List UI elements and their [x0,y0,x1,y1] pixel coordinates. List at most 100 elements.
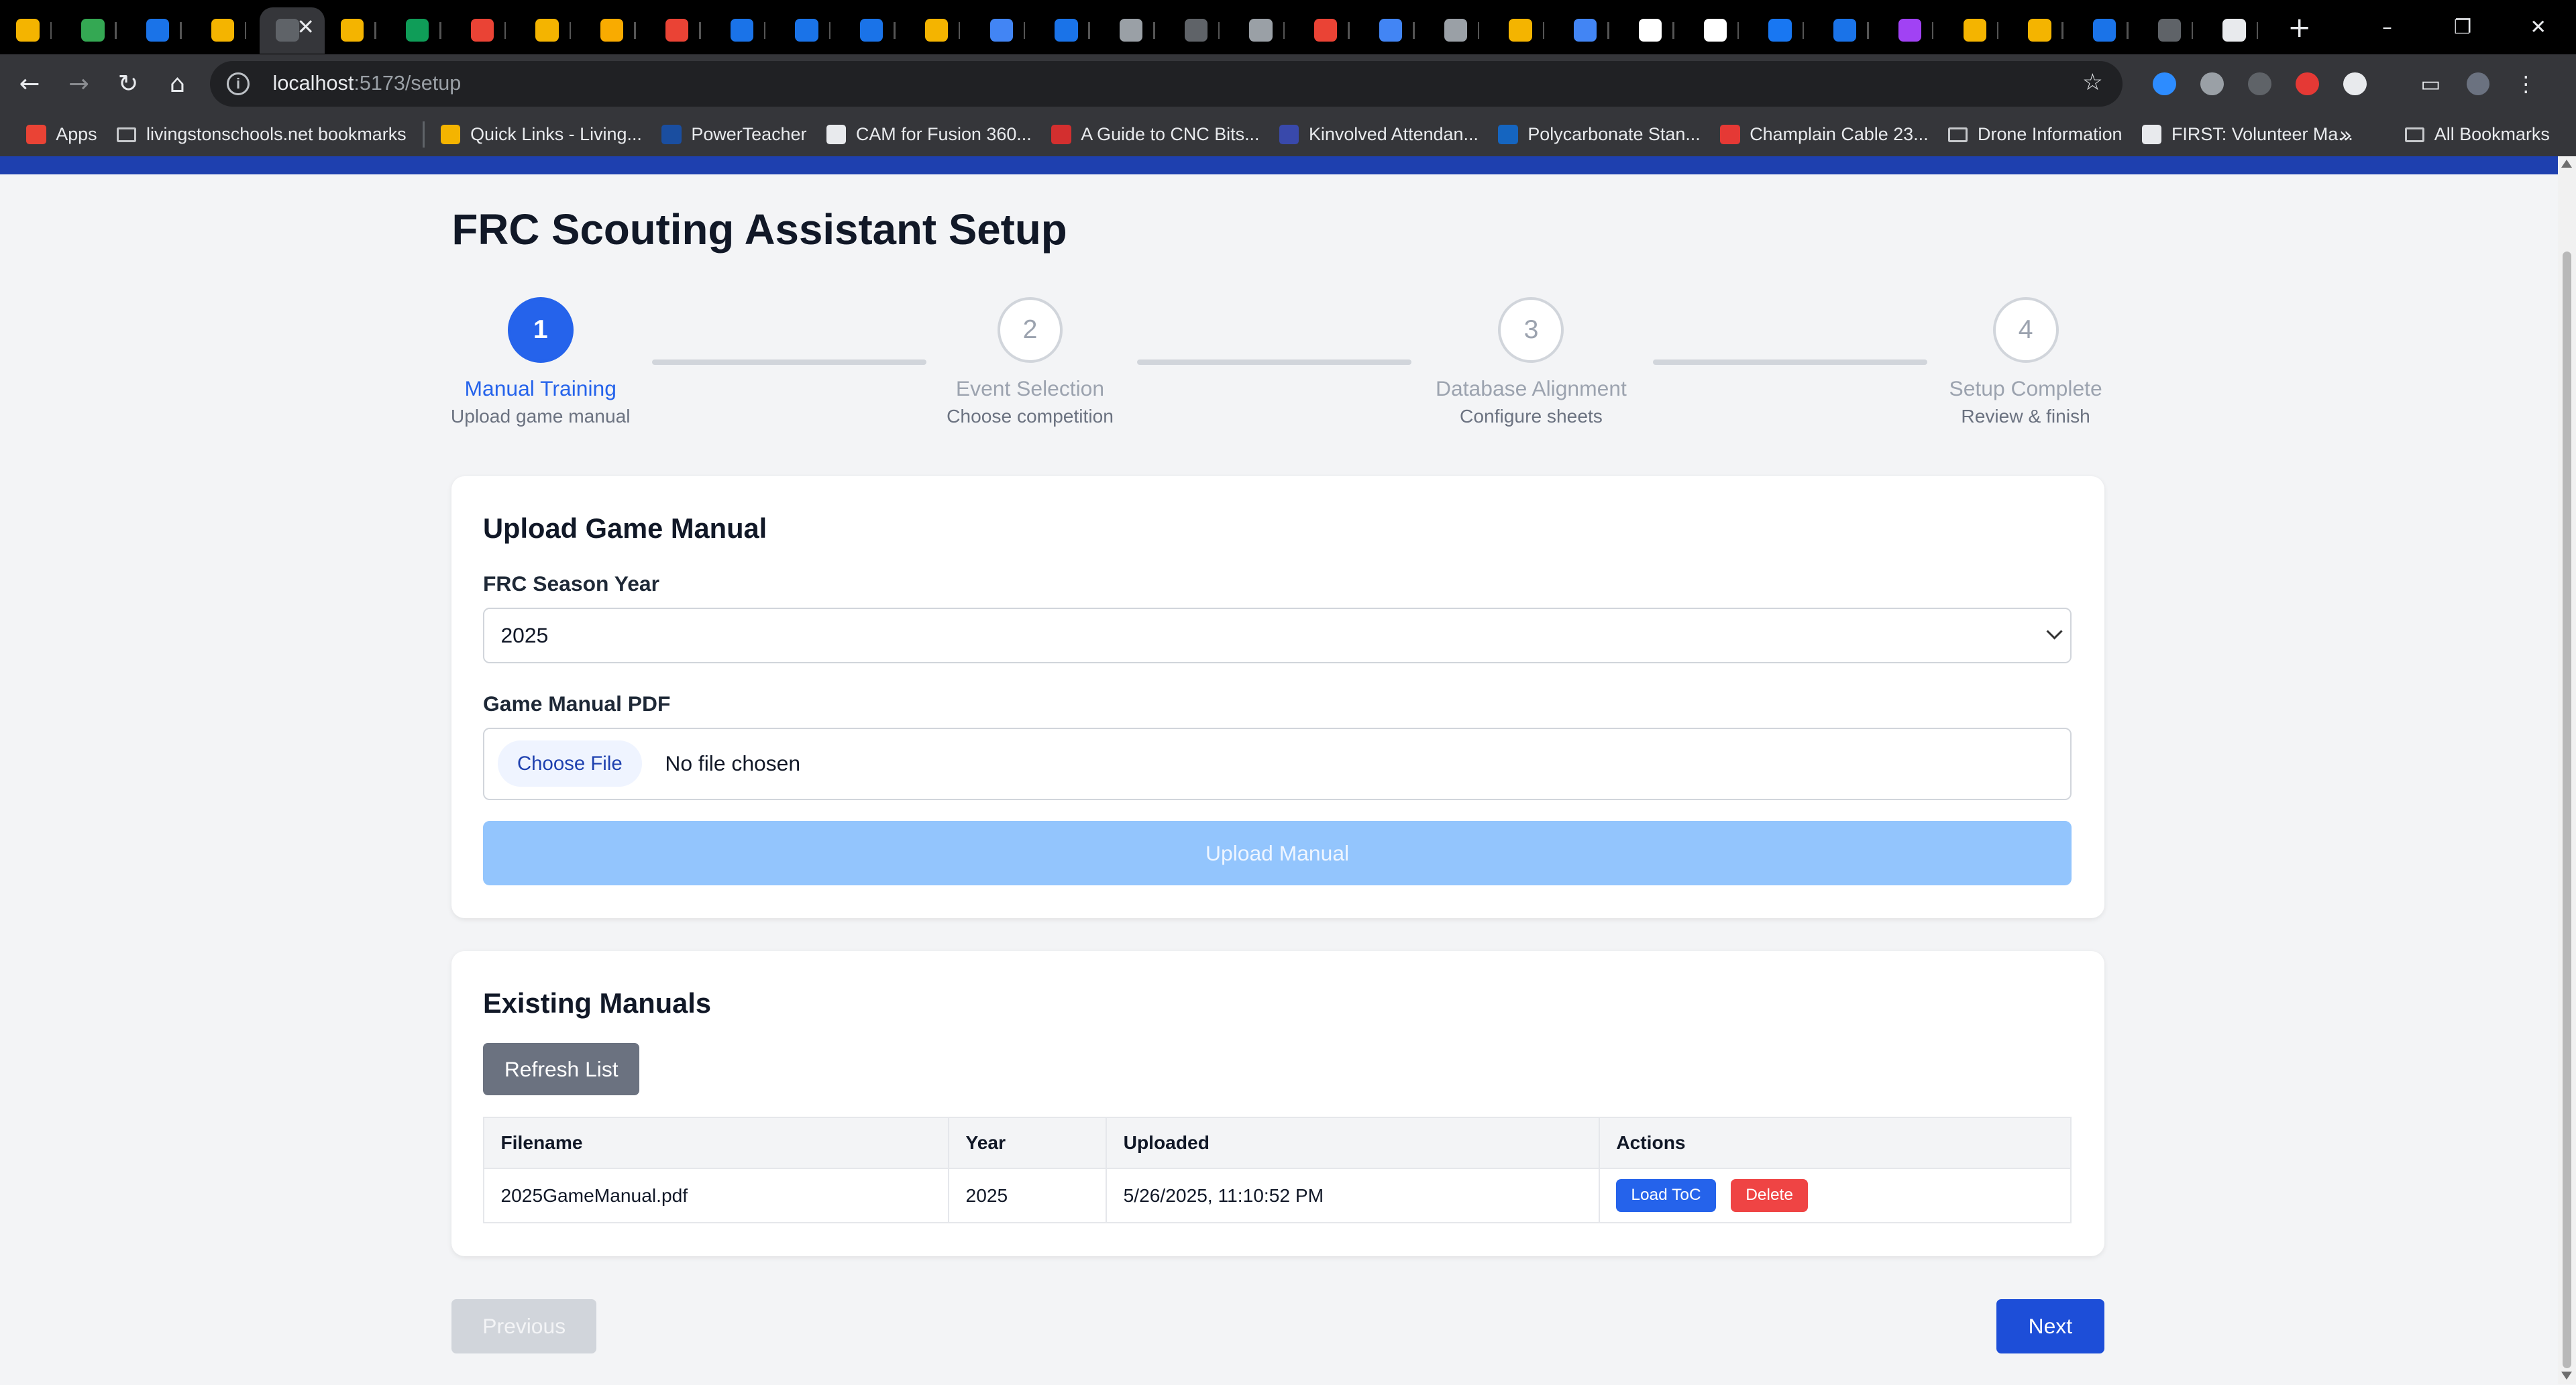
tab-favicon-icon [2222,19,2246,42]
bookmark-list: Apps livingstonschools.net bookmarks Quick… [16,117,2363,153]
browser-tab[interactable] [65,7,130,54]
page-viewport: FRC Scouting Assistant Setup 1 Manual Tr… [0,156,2576,1385]
refresh-list-button[interactable]: Refresh List [482,1043,640,1096]
step-sublabel: Review & finish [1961,406,2090,427]
bookmark-item[interactable]: Apps [16,117,107,153]
back-button[interactable]: ← [5,59,54,108]
scroll-thumb[interactable] [2563,251,2571,1368]
adblock-icon[interactable] [2284,61,2331,107]
forward-button[interactable]: → [54,59,103,108]
profile-avatar[interactable] [2455,61,2502,107]
browser-tab[interactable] [714,7,779,54]
browser-tab[interactable] [389,7,454,54]
browser-tab[interactable] [1493,7,1558,54]
step-label: Setup Complete [1949,376,2102,400]
browser-tab[interactable] [1882,7,1947,54]
bookmark-label: Apps [56,124,97,145]
browser-tab[interactable] [195,7,260,54]
minimize-button[interactable]: – [2349,0,2425,54]
bookmark-item[interactable]: Kinvolved Attendan... [1269,117,1488,153]
browser-tab[interactable] [2077,7,2142,54]
scroll-up-arrow[interactable] [2561,159,2572,168]
all-bookmarks-label: All Bookmarks [2434,124,2550,145]
bookmark-item[interactable]: Champlain Cable 23... [1710,117,1938,153]
bookmark-item[interactable]: Polycarbonate Stan... [1489,117,1711,153]
tab-favicon-icon [795,19,818,42]
bookmarks-overflow-icon[interactable]: » [2339,122,2352,148]
manual-file-input[interactable]: Choose File No file chosen [482,727,2072,800]
browser-tab[interactable] [1298,7,1363,54]
puzzle-icon[interactable] [2331,61,2379,107]
restore-button[interactable]: ❐ [2425,0,2501,54]
bookmark-item[interactable]: A Guide to CNC Bits... [1041,117,1269,153]
choose-file-button[interactable]: Choose File [497,740,643,787]
season-year-label: FRC Season Year [482,571,659,596]
site-info-icon[interactable]: i [226,72,250,96]
zotero-icon[interactable] [2188,61,2236,107]
upload-manual-button[interactable]: Upload Manual [482,821,2072,885]
reload-button[interactable]: ↻ [103,59,152,108]
browser-menu-icon[interactable]: ⋮ [2502,61,2550,107]
browser-tab[interactable] [1817,7,1882,54]
bookmark-label: Champlain Cable 23... [1750,124,1929,145]
browser-tab[interactable] [0,7,65,54]
chevron-down-icon [2046,623,2063,640]
browser-tab[interactable]: ✕ [259,7,325,54]
browser-tab[interactable] [2206,7,2271,54]
browser-tab[interactable] [908,7,973,54]
browser-tab[interactable] [1622,7,1687,54]
browser-tab[interactable] [1103,7,1168,54]
tab-favicon-icon [1444,19,1467,42]
home-button[interactable]: ⌂ [153,59,202,108]
bookmark-item[interactable]: livingstonschools.net bookmarks [107,117,416,153]
new-tab-button[interactable]: + [2288,11,2311,44]
tab-separator [2256,22,2259,39]
all-bookmarks-button[interactable]: All Bookmarks [2395,117,2560,153]
season-year-select[interactable]: 2025 [482,608,2072,664]
tab-favicon-icon [81,19,105,42]
browser-tab[interactable] [649,7,714,54]
zoom-icon[interactable] [2141,61,2188,107]
bookmark-item[interactable]: FIRST: Volunteer Ma... [2132,117,2363,153]
load-toc-button[interactable]: Load ToC [1616,1179,1716,1213]
bookmark-item[interactable]: CAM for Fusion 360... [816,117,1041,153]
browser-tab[interactable] [584,7,649,54]
bookmark-item[interactable]: Drone Information [1938,117,2132,153]
browser-tab[interactable] [1687,7,1752,54]
next-button[interactable]: Next [1996,1299,2105,1353]
bookmark-item[interactable]: Quick Links - Living... [431,117,651,153]
step-label: Manual Training [464,376,616,400]
browser-tab[interactable] [454,7,519,54]
browser-tab[interactable] [1362,7,1428,54]
bookmark-item[interactable]: PowerTeacher [652,117,817,153]
folder-icon [1947,127,1968,142]
browser-tab[interactable] [2012,7,2077,54]
page-scrollbar[interactable] [2558,156,2576,1385]
scroll-down-arrow[interactable] [2561,1372,2572,1380]
tab-separator [1867,22,1869,39]
browser-tab[interactable] [1168,7,1233,54]
browser-tab[interactable] [519,7,584,54]
browser-tab[interactable] [1038,7,1104,54]
browser-tab[interactable] [1428,7,1493,54]
browser-tab[interactable] [779,7,844,54]
browser-tab[interactable] [129,7,195,54]
browser-tab[interactable] [1947,7,2012,54]
browser-tab[interactable] [844,7,909,54]
close-window-button[interactable]: ✕ [2500,0,2576,54]
reader-icon[interactable] [2236,61,2284,107]
previous-button[interactable]: Previous [451,1299,596,1353]
browser-tab[interactable] [1752,7,1817,54]
step-connector [1136,359,1411,365]
bookmark-star-icon[interactable]: ☆ [2082,69,2103,96]
media-control-icon[interactable]: ▭ [2407,61,2455,107]
browser-tab[interactable] [973,7,1038,54]
browser-tab[interactable] [1558,7,1623,54]
browser-tab[interactable] [2141,7,2206,54]
url-text[interactable]: localhost:5173/setup [273,72,462,95]
browser-tab[interactable] [1233,7,1298,54]
delete-button[interactable]: Delete [1731,1179,1808,1213]
address-bar[interactable]: i localhost:5173/setup ☆ [210,60,2123,107]
close-tab-icon[interactable]: ✕ [297,14,315,40]
browser-tab[interactable] [325,7,390,54]
